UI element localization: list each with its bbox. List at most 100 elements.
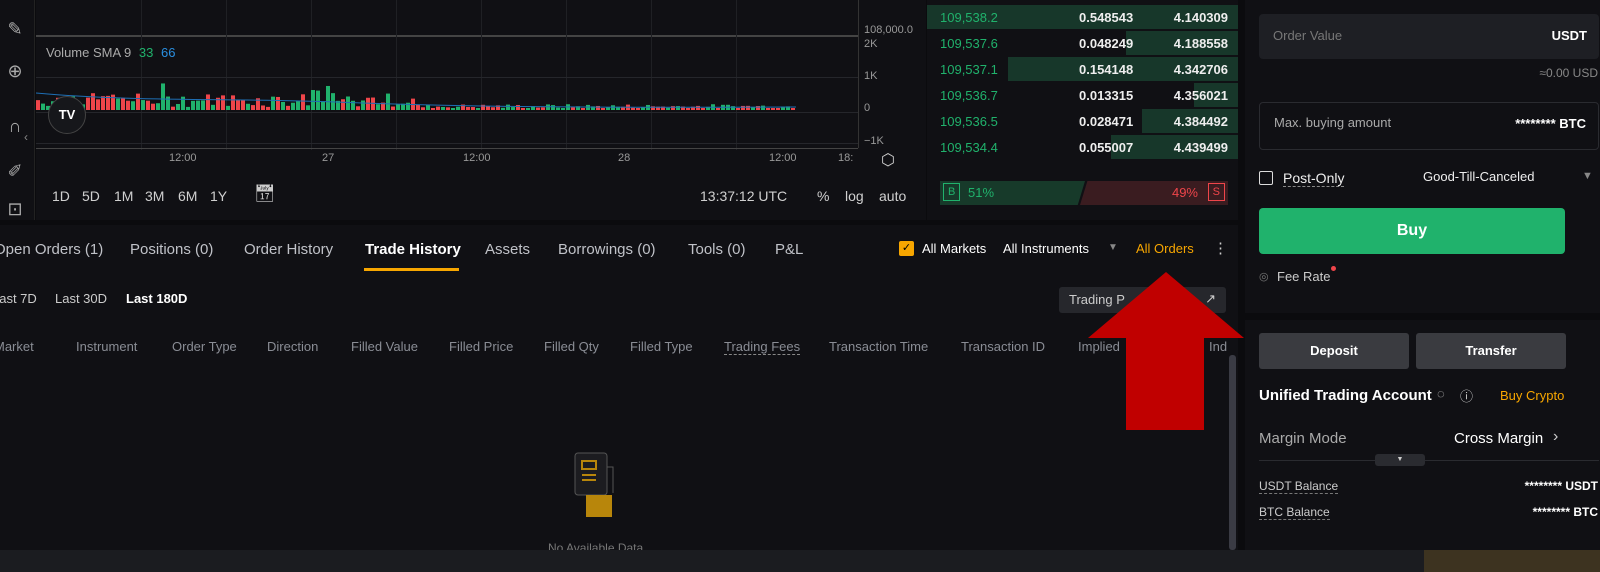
orderbook-row[interactable]: 109,537.6 0.048249 4.188558	[927, 30, 1238, 56]
time-in-force-select[interactable]: Good-Till-Canceled	[1423, 169, 1535, 184]
tradingview-logo[interactable]: TV	[48, 96, 86, 134]
volume-bar	[226, 105, 230, 110]
volume-tick: 2K	[864, 38, 878, 50]
btc-balance-value: ******** BTC	[1532, 505, 1598, 519]
range-3m[interactable]: 3M	[145, 188, 164, 204]
volume-bar	[171, 106, 175, 110]
chart-area[interactable]: 108,000.0 2K 1K 0 −1K Volume SMA 9 33 66…	[36, 0, 926, 220]
volume-bar	[91, 93, 95, 110]
post-only-checkbox[interactable]	[1259, 171, 1273, 185]
sma-value: 66	[161, 45, 176, 60]
buy-button[interactable]: Buy	[1259, 208, 1565, 254]
range-5d[interactable]: 5D	[82, 188, 100, 204]
all-markets-checkbox[interactable]: ✓	[899, 241, 914, 256]
volume-bar	[366, 97, 370, 110]
volume-bar	[741, 105, 745, 110]
volume-bar	[186, 106, 190, 110]
column-header: Market	[0, 339, 34, 354]
deposit-button[interactable]: Deposit	[1259, 333, 1409, 369]
order-value-input[interactable]: Order Value USDT	[1259, 14, 1599, 59]
expand-handle[interactable]: ▼	[1375, 454, 1425, 466]
tab-tools[interactable]: Tools (0)	[688, 241, 746, 258]
period-7d[interactable]: Last 7D	[0, 291, 37, 306]
buy-crypto-link[interactable]: Buy Crypto	[1500, 388, 1564, 403]
time-tick: 12:00	[463, 152, 491, 164]
range-6m[interactable]: 6M	[178, 188, 197, 204]
hide-balance-icon[interactable]: ◌	[1437, 386, 1445, 401]
orderbook-row[interactable]: 109,538.2 0.548543 4.140309	[927, 4, 1238, 30]
tab-borrowings[interactable]: Borrowings (0)	[558, 241, 656, 258]
volume-bar	[201, 100, 205, 110]
volume-bar	[431, 108, 435, 110]
magnet-icon[interactable]: ∩	[4, 115, 26, 137]
volume-bar	[251, 105, 255, 110]
volume-bar	[386, 93, 390, 110]
volume-bar	[206, 94, 210, 110]
percent-toggle[interactable]: %	[817, 188, 829, 204]
chevron-down-icon[interactable]: ▼	[1582, 170, 1593, 182]
tab-assets[interactable]: Assets	[485, 241, 530, 258]
btc-balance-label: BTC Balance	[1259, 505, 1330, 520]
period-30d[interactable]: Last 30D	[55, 291, 107, 306]
orderbook-row[interactable]: 109,534.4 0.055007 4.439499	[927, 134, 1238, 160]
bid-qty: 0.013315	[1079, 88, 1134, 103]
tab-pnl[interactable]: P&L	[775, 241, 803, 258]
column-header: Filled Value	[351, 339, 418, 354]
margin-mode-select[interactable]: Cross Margin	[1454, 430, 1543, 447]
usdt-balance-value: ******** USDT	[1524, 479, 1598, 493]
volume-bar	[111, 94, 115, 110]
volume-bar	[271, 96, 275, 110]
volume-bar	[41, 103, 45, 110]
tab-open-orders[interactable]: Open Orders (1)	[0, 241, 103, 258]
orderbook-row[interactable]: 109,536.5 0.028471 4.384492	[927, 108, 1238, 134]
transfer-button[interactable]: Transfer	[1416, 333, 1566, 369]
period-180d[interactable]: Last 180D	[126, 291, 187, 306]
volume-bar	[501, 107, 505, 110]
all-markets-label[interactable]: All Markets	[922, 241, 986, 256]
order-value-unit: USDT	[1551, 28, 1587, 43]
tab-trade-history[interactable]: Trade History	[365, 241, 461, 258]
ruler-icon[interactable]: ✎	[4, 18, 26, 40]
tab-positions[interactable]: Positions (0)	[130, 241, 213, 258]
all-orders-link[interactable]: All Orders	[1136, 241, 1194, 256]
chevron-down-icon[interactable]: ▼	[1108, 242, 1118, 253]
volume-bar	[231, 95, 235, 110]
bid-qty: 0.154148	[1079, 62, 1134, 77]
help-icon[interactable]: ⓘ	[1460, 386, 1473, 405]
log-toggle[interactable]: log	[845, 188, 864, 204]
drawing-toolbar: ✎ ⊕ ∩ ✐ ⊡ ‹	[0, 0, 35, 220]
range-1y[interactable]: 1Y	[210, 188, 227, 204]
auto-toggle[interactable]: auto	[879, 188, 906, 204]
zoom-in-icon[interactable]: ⊕	[4, 60, 26, 82]
utc-clock[interactable]: 13:37:12 UTC	[700, 188, 787, 204]
volume-bar	[441, 106, 445, 110]
lock-icon[interactable]: ⊡	[4, 198, 26, 220]
volume-bar	[221, 95, 225, 110]
volume-bar	[396, 104, 400, 110]
collapse-icon[interactable]: ‹	[24, 130, 28, 144]
volume-bar	[636, 108, 640, 110]
volume-bar	[191, 100, 195, 110]
fee-rate-link[interactable]: Fee Rate	[1277, 269, 1330, 284]
volume-bar	[306, 105, 310, 110]
settings-icon[interactable]: ⬡	[881, 150, 895, 170]
orderbook-row[interactable]: 109,537.1 0.154148 4.342706	[927, 56, 1238, 82]
column-header: Instrument	[76, 339, 138, 354]
orderbook-row[interactable]: 109,536.7 0.013315 4.356021	[927, 82, 1238, 108]
tab-order-history[interactable]: Order History	[244, 241, 333, 258]
volume-bars	[36, 83, 797, 110]
volume-bar	[526, 108, 530, 110]
range-1m[interactable]: 1M	[114, 188, 133, 204]
volume-bar	[151, 103, 155, 110]
more-icon[interactable]: ⋮	[1213, 239, 1228, 257]
calendar-icon[interactable]: 📅︎	[254, 184, 276, 204]
volume-bar	[96, 99, 100, 110]
range-1d[interactable]: 1D	[52, 188, 70, 204]
volume-bar	[176, 103, 180, 110]
volume-bar	[736, 108, 740, 110]
post-only-label[interactable]: Post-Only	[1283, 170, 1345, 187]
chevron-right-icon[interactable]: ›	[1553, 428, 1558, 446]
volume-bar	[716, 108, 720, 110]
all-instruments-select[interactable]: All Instruments	[1003, 241, 1089, 256]
lock-drawing-icon[interactable]: ✐	[4, 160, 26, 182]
